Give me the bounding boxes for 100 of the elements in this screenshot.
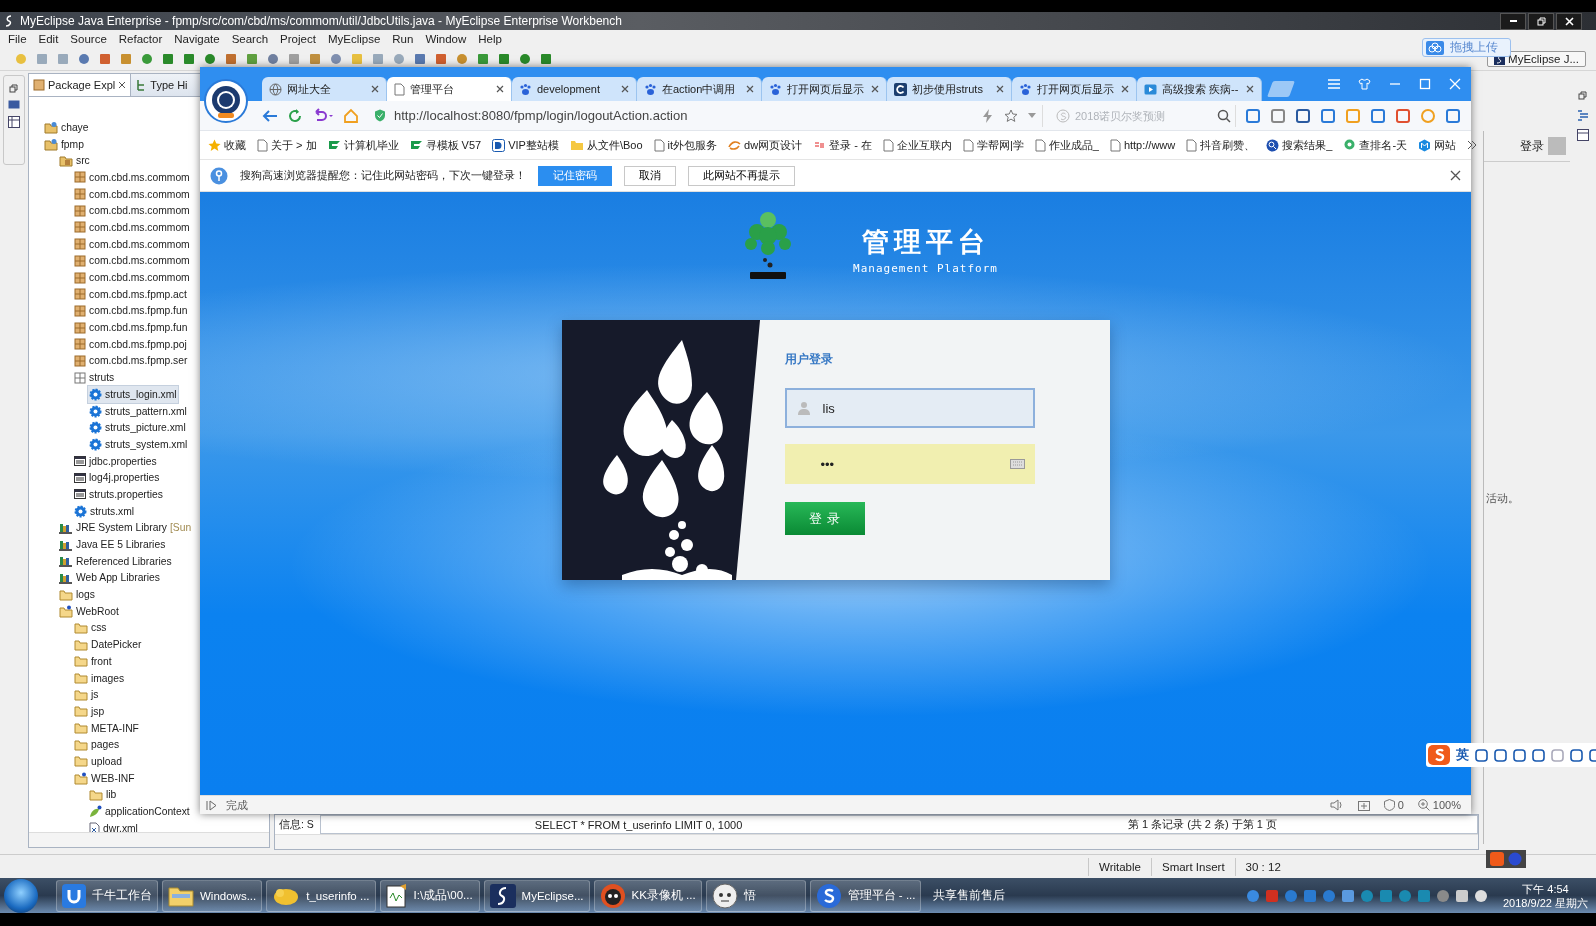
monitor-icon[interactable] — [8, 100, 20, 110]
bookmark-link[interactable]: 企业互联内 — [882, 137, 952, 153]
ime-tool-icon[interactable] — [1532, 748, 1545, 762]
close-icon[interactable] — [996, 85, 1004, 93]
browser-tab[interactable]: 高级搜索 疾病-- — [1137, 77, 1262, 101]
tree-item[interactable]: pages — [73, 736, 121, 754]
tree-item[interactable]: src — [58, 152, 91, 170]
tree-item[interactable]: JRE System Library [Sun — [58, 519, 193, 537]
refresh-icon[interactable] — [287, 107, 303, 124]
browser-tab[interactable]: 在action中调用 — [637, 77, 762, 101]
menu-item[interactable]: MyEclipse — [321, 33, 387, 45]
tool-icon[interactable] — [392, 52, 406, 66]
tool-icon[interactable] — [455, 52, 469, 66]
menu-item[interactable]: File — [2, 33, 33, 45]
back-icon[interactable] — [262, 108, 278, 123]
tree-item[interactable]: dwr.xml — [88, 819, 139, 832]
close-icon[interactable] — [1121, 85, 1129, 93]
taskbar-button[interactable]: Windows... — [162, 879, 263, 912]
tree-item[interactable]: jsp — [73, 703, 106, 720]
tool-icon[interactable] — [35, 52, 49, 66]
tree-item[interactable]: com.cbd.ms.commom — [73, 169, 191, 186]
browser-tab[interactable]: 打开网页后显示 — [1012, 77, 1137, 101]
maximize-icon[interactable] — [1419, 78, 1431, 90]
bookmark-link[interactable]: 登录 - 在 — [813, 137, 872, 153]
tool-icon[interactable] — [476, 52, 490, 66]
ime-tool-icon[interactable] — [1570, 748, 1583, 762]
bookmark-link[interactable]: 从文件\Boo — [569, 137, 643, 153]
tool-icon[interactable] — [413, 52, 427, 66]
tree-item[interactable]: Referenced Libraries — [58, 552, 173, 570]
tree-item[interactable]: com.cbd.ms.fpmp.poj — [73, 335, 188, 353]
tree-item[interactable]: com.cbd.ms.commom — [73, 235, 191, 253]
menu-item[interactable]: Help — [472, 33, 508, 45]
star-icon[interactable] — [1004, 108, 1018, 123]
tool-icon[interactable] — [77, 52, 91, 66]
view-tab[interactable]: Package Expl — [29, 74, 132, 96]
tool-icon[interactable] — [287, 52, 301, 66]
menu-item[interactable]: Project — [274, 33, 322, 45]
ime-tool-icon[interactable] — [1513, 748, 1526, 762]
minimize-button[interactable] — [1500, 12, 1526, 30]
close-button[interactable] — [1556, 12, 1582, 30]
keyboard-icon[interactable] — [1009, 459, 1025, 469]
ime-tool-icon[interactable] — [1494, 748, 1507, 762]
tree-item[interactable]: struts.xml — [73, 502, 136, 520]
tree-item[interactable]: Web App Libraries — [58, 569, 161, 587]
undo-icon[interactable] — [312, 107, 334, 124]
tree-item[interactable]: WEB-INF — [73, 769, 136, 787]
tool-icon[interactable] — [245, 52, 259, 66]
extension-icon[interactable] — [1320, 107, 1336, 124]
login-link[interactable]: 登录 — [1520, 138, 1544, 154]
tree-item[interactable]: lib — [88, 786, 118, 804]
tree-item[interactable]: struts_login.xml — [88, 386, 178, 403]
browser-tab[interactable]: 打开网页后显示 — [762, 77, 887, 101]
extension-icon[interactable] — [1295, 107, 1311, 124]
tool-icon[interactable] — [56, 52, 70, 66]
tool-icon[interactable] — [497, 52, 511, 66]
tree-item[interactable]: com.cbd.ms.commom — [73, 269, 191, 286]
tree-item[interactable]: images — [73, 669, 126, 687]
bookmark-link[interactable]: 网站 — [1418, 137, 1457, 153]
extension-icon[interactable] — [1245, 107, 1261, 124]
tree-item[interactable]: META-INF — [73, 719, 140, 737]
bookmark-link[interactable]: 收藏 — [208, 137, 246, 153]
close-icon[interactable] — [496, 85, 504, 93]
extension-icon[interactable] — [1370, 107, 1386, 124]
taskbar-button[interactable]: KK录像机 ... — [593, 879, 702, 912]
tree-item[interactable]: struts_pattern.xml — [88, 402, 188, 420]
username-field[interactable]: lis — [784, 388, 1035, 428]
tool-icon[interactable] — [140, 52, 154, 66]
bookmark-link[interactable]: VIP整站模 — [492, 137, 559, 153]
bookmark-link[interactable]: 搜索结果_ — [1266, 137, 1333, 153]
bookmark-link[interactable]: 学帮网|学 — [962, 137, 1024, 153]
tree-item[interactable]: struts_picture.xml — [88, 419, 187, 437]
tool-icon[interactable] — [266, 52, 280, 66]
shirt-icon[interactable] — [1358, 78, 1371, 90]
tool-icon[interactable] — [371, 52, 385, 66]
close-icon[interactable] — [371, 85, 379, 93]
browser-tab[interactable]: 网址大全 — [262, 77, 387, 101]
taskbar-button[interactable]: 管理平台 - ... — [809, 879, 922, 912]
close-icon[interactable] — [746, 85, 754, 93]
browser-tab[interactable]: 管理平台 — [387, 77, 512, 101]
extension-icon[interactable] — [1270, 107, 1286, 124]
tree-item[interactable]: struts_system.xml — [88, 436, 189, 453]
tool-icon[interactable] — [203, 52, 217, 66]
address-bar[interactable]: http://localhost:8080/fpmp/login/logoutAction.action — [368, 104, 1043, 127]
taskbar-button[interactable]: 千牛工作台 — [56, 879, 158, 912]
outline-icon[interactable] — [1577, 109, 1589, 121]
menu-item[interactable]: Edit — [32, 33, 65, 45]
restore-icon[interactable] — [1578, 91, 1588, 101]
tree-item[interactable]: com.cbd.ms.commom — [73, 185, 191, 203]
tool-icon[interactable] — [539, 52, 553, 66]
tree-item[interactable]: com.cbd.ms.fpmp.fun — [73, 319, 189, 336]
tool-icon[interactable] — [119, 52, 133, 66]
horizontal-scrollbar[interactable] — [275, 834, 1478, 849]
tool-icon[interactable] — [98, 52, 112, 66]
tool-icon[interactable] — [329, 52, 343, 66]
horizontal-scrollbar[interactable] — [29, 832, 269, 847]
menu-item[interactable]: Window — [419, 33, 473, 45]
close-icon[interactable] — [118, 81, 127, 89]
tree-item[interactable]: com.cbd.ms.commom — [73, 202, 191, 220]
tool-icon[interactable] — [308, 52, 322, 66]
close-icon[interactable] — [1246, 85, 1254, 93]
